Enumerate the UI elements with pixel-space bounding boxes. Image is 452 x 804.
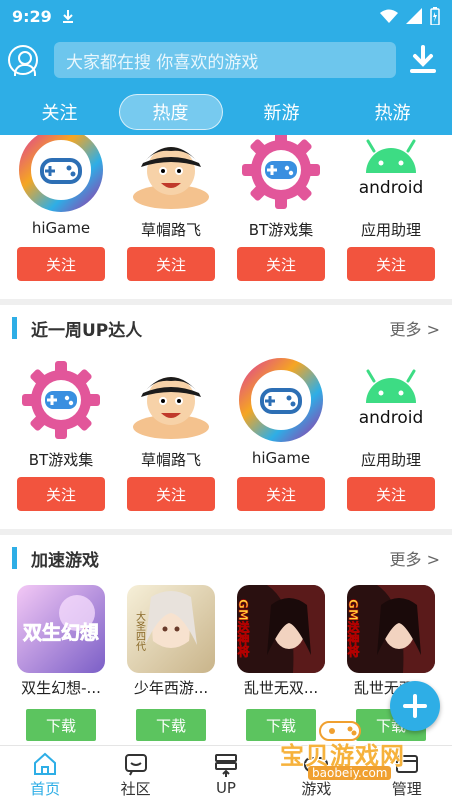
download-notification-icon (62, 10, 74, 23)
nav-community-label: 社区 (120, 779, 151, 798)
speed-section-more-link[interactable]: 更多 > (390, 546, 441, 570)
user-name: 草帽路飞 (140, 221, 201, 239)
user-card[interactable]: 草帽路飞 关注 (121, 355, 221, 511)
higame-logo-icon (238, 357, 324, 443)
user-name: hiGame (251, 449, 311, 467)
feed[interactable]: hiGame 关注 草帽路飞 关注 BT游戏集 关注 应用助理 关注 近一周UP… (0, 135, 452, 745)
game-name: 少年西游... (133, 679, 209, 697)
game-card[interactable]: 大圣四代 少年西游... 下载 (121, 585, 221, 741)
game-name: 乱世无双... (243, 679, 319, 697)
watermark-url: baobeiy.com (308, 766, 392, 780)
higame-logo-icon (18, 135, 104, 213)
game-cover-image: 双生幻想 (17, 585, 105, 673)
user-card[interactable]: BT游戏集 关注 (11, 355, 111, 511)
follow-button[interactable]: 关注 (127, 247, 215, 281)
nav-home-label: 首页 (30, 779, 61, 798)
luffy-avatar-icon (128, 357, 214, 443)
user-card[interactable]: 草帽路飞 关注 (121, 135, 221, 281)
up-section-title: 近一周UP达人 (31, 320, 143, 341)
download-manager-button[interactable] (410, 45, 436, 75)
search-input[interactable]: 大家都在搜 你喜欢的游戏 (54, 42, 396, 78)
game-card[interactable]: 双生幻想 双生幻想-... 下载 (11, 585, 111, 741)
section-accent-bar (12, 547, 17, 569)
tab-hot[interactable]: 热度 (118, 93, 223, 130)
game-art-text: GM送神将 (237, 599, 250, 657)
section-accent-bar (12, 317, 17, 339)
user-name: BT游戏集 (248, 221, 314, 239)
user-card[interactable]: BT游戏集 关注 (231, 135, 331, 281)
tab-bar: 关注 热度 新游 热游 (0, 88, 452, 135)
up-icon (214, 754, 237, 777)
battery-icon (430, 7, 440, 25)
speed-section-title: 加速游戏 (31, 550, 99, 571)
nav-up[interactable]: UP (186, 753, 266, 797)
site-watermark: 宝贝游戏网 baobeiy.com (276, 714, 424, 798)
user-card[interactable]: hiGame 关注 (11, 135, 111, 281)
follow-button[interactable]: 关注 (347, 477, 435, 511)
bt-gear-gamepad-icon (18, 357, 104, 443)
up-section-more-link[interactable]: 更多 > (390, 316, 441, 340)
user-name: 草帽路飞 (140, 451, 201, 469)
game-cover-image: GM送神将 (237, 585, 325, 673)
community-icon (124, 753, 147, 775)
user-card[interactable]: hiGame 关注 (231, 355, 331, 511)
tab-popular-games[interactable]: 热游 (341, 94, 445, 130)
game-name: 双生幻想-... (21, 679, 101, 697)
user-card[interactable]: 应用助理 关注 (341, 135, 441, 281)
header: 9:29 大家都在搜 你喜欢的游戏 关注 热度 新游 热游 (0, 0, 452, 135)
game-art-text: 双生幻想 (23, 621, 99, 644)
nav-community[interactable]: 社区 (96, 752, 176, 799)
up-section-header: 近一周UP达人 更多 > (0, 305, 452, 351)
user-name: BT游戏集 (28, 451, 94, 469)
user-name: 应用助理 (360, 221, 421, 239)
wifi-icon (380, 9, 398, 23)
follow-button[interactable]: 关注 (347, 247, 435, 281)
download-button[interactable]: 下载 (26, 709, 96, 741)
game-art-text: 大圣四代 (134, 610, 146, 652)
user-card[interactable]: 应用助理 关注 (341, 355, 441, 511)
user-name: hiGame (31, 219, 91, 237)
game-cover-image: 大圣四代 (127, 585, 215, 673)
recommended-users-row: hiGame 关注 草帽路飞 关注 BT游戏集 关注 应用助理 关注 (0, 135, 452, 281)
follow-button[interactable]: 关注 (17, 477, 105, 511)
signal-icon (406, 8, 422, 24)
android-logo-icon (348, 357, 434, 443)
tab-new-games[interactable]: 新游 (230, 94, 334, 130)
android-logo-icon (348, 135, 434, 213)
nav-up-label: UP (215, 779, 236, 797)
follow-button[interactable]: 关注 (237, 477, 325, 511)
game-art-text: GM送神将 (347, 599, 360, 657)
user-name: 应用助理 (360, 451, 421, 469)
tab-follow[interactable]: 关注 (8, 94, 112, 130)
top-bar: 大家都在搜 你喜欢的游戏 (0, 32, 452, 88)
download-icon (410, 45, 436, 73)
luffy-avatar-icon (128, 135, 214, 213)
status-time: 9:29 (12, 6, 52, 26)
home-icon (34, 752, 57, 775)
up-users-row: BT游戏集 关注 草帽路飞 关注 hiGame 关注 应用助理 关注 (0, 355, 452, 511)
nav-home[interactable]: 首页 (5, 752, 85, 799)
follow-button[interactable]: 关注 (237, 247, 325, 281)
search-placeholder: 大家都在搜 你喜欢的游戏 (66, 52, 259, 73)
user-avatar-icon[interactable] (8, 45, 38, 76)
download-button[interactable]: 下载 (136, 709, 206, 741)
follow-button[interactable]: 关注 (127, 477, 215, 511)
game-cover-image: GM送神将 (347, 585, 435, 673)
follow-button[interactable]: 关注 (17, 247, 105, 281)
speed-section-header: 加速游戏 更多 > (0, 535, 452, 581)
status-bar: 9:29 (0, 0, 452, 32)
bt-gear-gamepad-icon (238, 135, 324, 213)
